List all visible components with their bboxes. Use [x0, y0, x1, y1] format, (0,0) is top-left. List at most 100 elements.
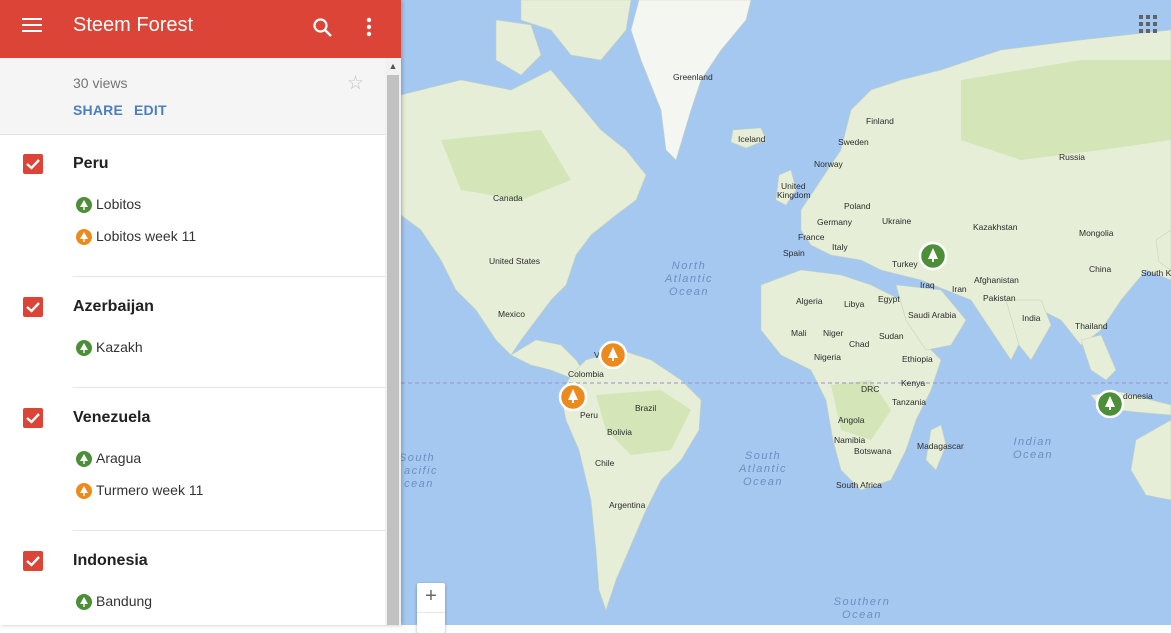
map-label: Mongolia: [1079, 228, 1114, 238]
share-button[interactable]: SHARE: [73, 102, 123, 118]
map-label: France: [798, 232, 825, 242]
map-label: Greenland: [673, 72, 713, 82]
tree-icon: [76, 451, 92, 467]
hamburger-menu-icon[interactable]: [22, 18, 44, 36]
check-icon: [26, 159, 40, 170]
map-label: Nigeria: [814, 352, 841, 362]
map-label: Kazakhstan: [973, 222, 1018, 232]
map-label: Argentina: [609, 500, 646, 510]
layer-checkbox-venezuela[interactable]: [23, 408, 43, 428]
check-icon: [26, 302, 40, 313]
sidebar-scrollbar[interactable]: ▲: [385, 58, 401, 625]
map-label: Sweden: [838, 137, 869, 147]
map-label: Mexico: [498, 309, 525, 319]
map-label: Thailand: [1075, 321, 1108, 331]
edit-button[interactable]: EDIT: [134, 102, 167, 118]
map-label: Botswana: [854, 446, 892, 456]
map-label: Madagascar: [917, 441, 964, 451]
map-title: Steem Forest: [73, 14, 194, 36]
map-marker-azerbaijan[interactable]: [918, 241, 948, 271]
layer-title-venezuela: Venezuela: [73, 409, 151, 426]
map-label: Algeria: [796, 296, 823, 306]
map-label: Saudi Arabia: [908, 310, 956, 320]
layer-title-azerbaijan: Azerbaijan: [73, 298, 154, 315]
map-label: Ocean: [669, 286, 709, 298]
map-label: Colombia: [568, 369, 604, 379]
map-label: Spain: [783, 248, 805, 258]
map-label: donesia: [1123, 391, 1153, 401]
map-canvas: Greenland Iceland Finland Sweden Norway …: [401, 0, 1171, 621]
divider: [73, 387, 385, 388]
layer-checkbox-indonesia[interactable]: [23, 551, 43, 571]
more-vert-icon[interactable]: [358, 16, 380, 40]
scroll-up-arrow-icon[interactable]: ▲: [385, 58, 401, 75]
map-marker-venezuela-week11[interactable]: [598, 340, 628, 370]
map-label: acific: [404, 465, 438, 477]
divider: [73, 276, 385, 277]
map-label: Indian: [1014, 436, 1053, 448]
list-item-label: Lobitos: [96, 196, 142, 212]
map-label: United States: [489, 256, 540, 266]
map-label: Bolivia: [607, 427, 632, 437]
star-icon[interactable]: ☆: [347, 72, 364, 95]
map-marker-peru-week11[interactable]: [558, 382, 588, 412]
tree-icon: [76, 483, 92, 499]
map-label: Brazil: [635, 403, 656, 413]
map-label: Ethiopia: [902, 354, 933, 364]
map-label: Southern: [834, 596, 891, 608]
list-item-label: Lobitos week 11: [96, 228, 197, 244]
scrollbar-thumb[interactable]: [387, 75, 399, 625]
map-label: Egypt: [878, 294, 900, 304]
map-label: Kenya: [901, 378, 925, 388]
map-label: Afghanistan: [974, 275, 1019, 285]
map-label: DRC: [861, 384, 879, 394]
list-item-label: Aragua: [96, 450, 142, 466]
world-map[interactable]: Greenland Iceland Finland Sweden Norway …: [401, 0, 1171, 625]
views-count: 30 views: [73, 75, 128, 91]
list-item-label: Turmero week 11: [96, 482, 204, 498]
map-label: Iceland: [738, 134, 766, 144]
check-icon: [26, 413, 40, 424]
map-label: Chad: [849, 339, 870, 349]
search-icon[interactable]: [311, 16, 335, 40]
map-label: Ocean: [1013, 449, 1053, 461]
tree-icon: [76, 229, 92, 245]
map-label: South: [401, 452, 435, 464]
list-item-label: Bandung: [96, 593, 153, 609]
tree-icon: [76, 340, 92, 356]
map-info-panel: 30 views ☆ SHARE EDIT: [0, 58, 385, 135]
map-label: Pakistan: [983, 293, 1016, 303]
tree-icon: [76, 594, 92, 610]
map-label: Turkey: [892, 259, 918, 269]
map-label: South: [745, 450, 781, 462]
map-label: India: [1022, 313, 1041, 323]
map-label: Finland: [866, 116, 894, 126]
layer-title-indonesia: Indonesia: [73, 552, 148, 569]
map-label: Ocean: [743, 476, 783, 488]
map-label: Niger: [823, 328, 843, 338]
map-marker-indonesia[interactable]: [1095, 389, 1125, 419]
map-label: Namibia: [834, 435, 865, 445]
map-label: Peru: [580, 410, 598, 420]
map-label: Ukraine: [882, 216, 912, 226]
map-label: North: [672, 260, 706, 272]
map-label: cean: [404, 478, 434, 490]
map-label: Angola: [838, 415, 865, 425]
layer-checkbox-azerbaijan[interactable]: [23, 297, 43, 317]
map-label: Atlantic: [664, 273, 713, 285]
map-label: Norway: [814, 159, 844, 169]
map-label: Libya: [844, 299, 865, 309]
layer-checkbox-peru[interactable]: [23, 154, 43, 174]
zoom-in-button[interactable]: +: [417, 583, 445, 611]
layer-title-peru: Peru: [73, 155, 109, 172]
map-label: Canada: [493, 193, 523, 203]
tree-icon: [76, 197, 92, 213]
map-label: Mali: [791, 328, 807, 338]
apps-grid-icon[interactable]: [1139, 15, 1157, 33]
map-label: Sudan: [879, 331, 904, 341]
map-label: Poland: [844, 201, 871, 211]
map-label: Tanzania: [892, 397, 926, 407]
map-label: South Africa: [836, 480, 882, 490]
map-label: Iraq: [920, 280, 935, 290]
map-label: Russia: [1059, 152, 1085, 162]
